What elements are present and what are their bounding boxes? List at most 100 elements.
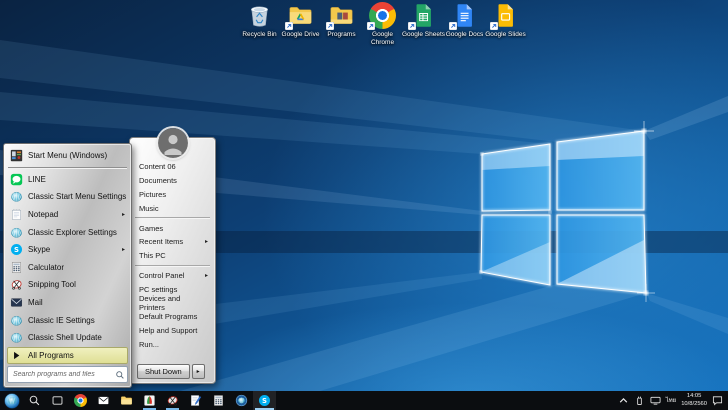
task-view-icon: [51, 394, 64, 407]
classic-shell-settings-icon: [235, 394, 248, 407]
windows-start-menu-icon: [10, 149, 23, 162]
shutdown-options-button[interactable]: ▸: [192, 364, 205, 379]
language-indicator[interactable]: ไทย: [666, 398, 677, 404]
menu-item-label: Mail: [28, 298, 43, 307]
svg-text:S: S: [262, 397, 267, 405]
desktop-icon-google-docs[interactable]: Google Docs: [444, 2, 485, 47]
start-menu-item-skype[interactable]: SSkype▸: [7, 241, 128, 259]
desktop-icon-google-chrome[interactable]: Google Chrome: [362, 2, 403, 47]
google-sheets-icon: [410, 2, 437, 29]
google-drive-icon: [287, 2, 314, 29]
file-explorer-icon: [120, 394, 133, 407]
desktop-icon-label: Google Chrome: [367, 31, 399, 47]
start-menu-item-help-and-support[interactable]: Help and Support: [130, 324, 215, 338]
skype-button[interactable]: S: [253, 391, 276, 410]
classic-shell-icon: [10, 190, 23, 203]
start-menu-item-calculator[interactable]: Calculator: [7, 259, 128, 277]
start-menu-item-run[interactable]: Run...: [130, 338, 215, 352]
start-menu-item-classic-explorer-settings[interactable]: Classic Explorer Settings: [7, 223, 128, 241]
menu-item-label: Calculator: [28, 263, 64, 272]
chrome-icon: [369, 2, 396, 29]
menu-item-label: Documents: [139, 176, 177, 185]
desktop-icon-google-drive[interactable]: Google Drive: [280, 2, 321, 47]
search-input[interactable]: [7, 366, 128, 383]
google-slides-icon: [492, 2, 519, 29]
tray-display-icon[interactable]: [650, 395, 661, 406]
desktop-icons: Recycle BinGoogle DrivePrograms Google Ch…: [239, 2, 526, 47]
menu-separator: [8, 167, 127, 169]
start-menu-item-games[interactable]: Games: [130, 221, 215, 235]
start-menu-item-classic-ie-settings[interactable]: Classic IE Settings: [7, 311, 128, 329]
start-menu-item-classic-shell-update[interactable]: Classic Shell Update: [7, 329, 128, 347]
shortcut-arrow-icon: [367, 22, 375, 30]
start-menu-item-content-06[interactable]: Content 06: [130, 160, 215, 174]
programs-folder-icon: [328, 2, 355, 29]
taskbar-clock[interactable]: 14:05 10/8/2560: [681, 393, 707, 407]
start-menu-item-all-programs[interactable]: All Programs: [7, 347, 128, 365]
start-menu: Content 06 Documents Pictures Music Games Rec…: [3, 137, 216, 388]
line-icon: [10, 173, 23, 186]
classic-shell-settings-button[interactable]: [230, 391, 253, 410]
menu-item-label: Start Menu (Windows): [28, 151, 107, 160]
start-menu-item-line[interactable]: LINE: [7, 171, 128, 189]
desktop-icon-label: Google Sheets: [402, 31, 445, 39]
start-menu-item-snipping-tool[interactable]: Snipping Tool: [7, 276, 128, 294]
mail-dark-icon: [10, 296, 23, 309]
tray-chevron-up-icon[interactable]: [618, 395, 629, 406]
desktop-icon-recycle-bin[interactable]: Recycle Bin: [239, 2, 280, 47]
mail-taskbar-button[interactable]: [92, 391, 115, 410]
system-tray: ไทย 14:05 10/8/2560: [618, 391, 728, 410]
task-view-button[interactable]: [46, 391, 69, 410]
tray-usb-icon[interactable]: [634, 395, 645, 406]
menu-item-label: Games: [139, 224, 163, 233]
notepad-icon: [10, 208, 23, 221]
start-menu-item-recent-items[interactable]: Recent Items▸: [130, 235, 215, 249]
arrow-right-icon: ▸: [197, 368, 200, 375]
shortcut-arrow-icon: [285, 22, 293, 30]
start-menu-item-start-menu-windows[interactable]: Start Menu (Windows): [7, 147, 128, 165]
snipping-tool-icon: [166, 394, 179, 407]
snipping-tool-button[interactable]: [161, 391, 184, 410]
clock-time: 14:05: [687, 393, 702, 400]
menu-item-label: Notepad: [28, 210, 58, 219]
start-menu-item-this-pc[interactable]: This PC: [130, 249, 215, 263]
menu-item-label: Skype: [28, 245, 50, 254]
start-menu-item-music[interactable]: Music: [130, 201, 215, 215]
all-programs-arrow-icon: [10, 349, 23, 362]
action-center-icon[interactable]: [712, 395, 723, 406]
start-button[interactable]: [0, 391, 23, 410]
user-avatar[interactable]: [158, 128, 188, 158]
file-explorer-button[interactable]: [115, 391, 138, 410]
desktop-icon-programs[interactable]: Programs: [321, 2, 362, 47]
start-menu-item-devices-and-printers[interactable]: Devices and Printers: [130, 296, 215, 310]
shortcut-arrow-icon: [408, 22, 416, 30]
google-docs-icon: [451, 2, 478, 29]
desktop: Recycle BinGoogle DrivePrograms Google Ch…: [0, 0, 728, 410]
menu-item-label: Recent Items: [139, 237, 183, 246]
calculator-icon: [10, 261, 23, 274]
desktop-icon-google-slides[interactable]: Google Slides: [485, 2, 526, 47]
menu-item-label: Snipping Tool: [28, 280, 76, 289]
photos-app-button[interactable]: [138, 391, 161, 410]
svg-text:S: S: [14, 246, 19, 254]
desktop-icon-google-sheets[interactable]: Google Sheets: [403, 2, 444, 47]
start-menu-item-classic-start-menu-settings[interactable]: Classic Start Menu Settings: [7, 188, 128, 206]
start-menu-item-notepad[interactable]: Notepad ▸: [7, 206, 128, 224]
menu-item-label: Help and Support: [139, 326, 197, 335]
journal-app-button[interactable]: [184, 391, 207, 410]
menu-item-label: Content 06: [139, 162, 176, 171]
start-menu-item-documents[interactable]: Documents: [130, 174, 215, 188]
start-menu-item-mail[interactable]: Mail: [7, 294, 128, 312]
calculator-button[interactable]: [207, 391, 230, 410]
taskbar-search-button[interactable]: [23, 391, 46, 410]
menu-item-label: Music: [139, 204, 159, 213]
desktop-icon-label: Google Docs: [446, 31, 484, 39]
start-menu-item-control-panel[interactable]: Control Panel▸: [130, 269, 215, 283]
search-light-icon: [28, 394, 41, 407]
start-menu-item-pictures[interactable]: Pictures: [130, 188, 215, 202]
menu-item-label: PC settings: [139, 285, 177, 294]
start-menu-item-default-programs[interactable]: Default Programs: [130, 310, 215, 324]
shutdown-button[interactable]: Shut Down: [137, 364, 190, 379]
chrome-taskbar-button[interactable]: [69, 391, 92, 410]
submenu-arrow-icon: ▸: [122, 211, 125, 218]
